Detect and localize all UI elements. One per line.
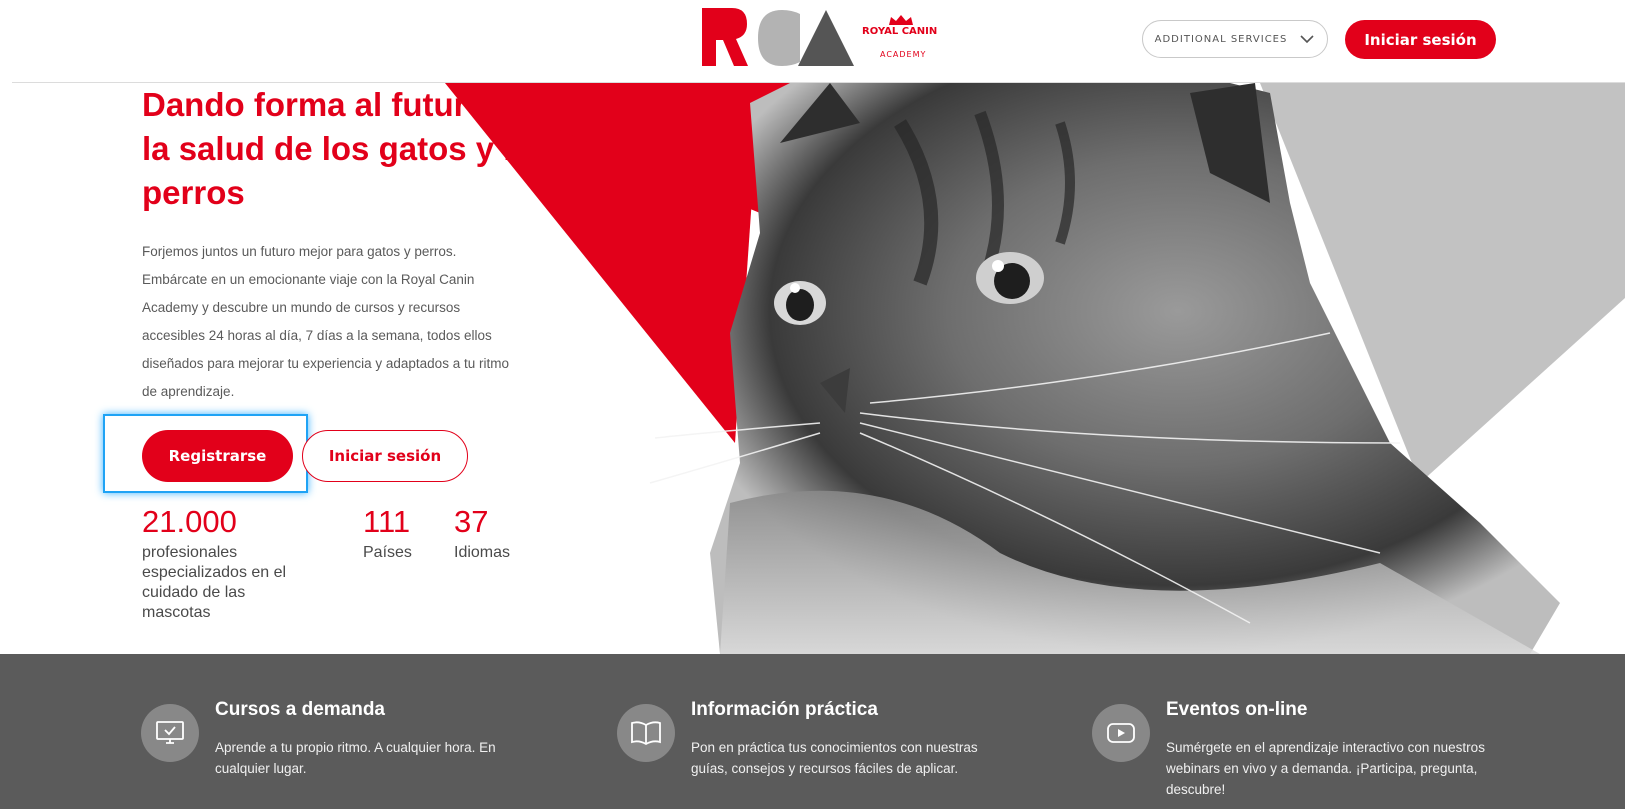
feature-text: Pon en práctica tus conocimientos con nu… (691, 740, 978, 776)
hero-title: Dando forma al futuro de la salud de los… (142, 86, 551, 211)
monitor-check-icon (141, 704, 199, 762)
feature-text: Sumérgete en el aprendizaje interactivo … (1166, 740, 1485, 797)
feature-title: Información práctica (691, 699, 878, 720)
hero-description: Forjemos juntos un futuro mejor para gat… (142, 244, 509, 399)
brand-sub: ACADEMY (880, 50, 927, 59)
hero-section: Dando forma al futuro de la salud de los… (0, 83, 1625, 654)
crown-icon (889, 15, 913, 25)
stat-professionals-label: profesionales especializados en el cuida… (142, 544, 287, 621)
additional-services-dropdown[interactable]: ADDITIONAL SERVICES (1142, 20, 1328, 58)
stat-languages-number: 37 (454, 504, 489, 539)
features-band: Cursos a demanda Aprende a tu propio rit… (0, 654, 1625, 809)
brand-name: ROYAL CANIN (862, 26, 938, 37)
additional-services-label: ADDITIONAL SERVICES (1154, 33, 1288, 45)
header-login-button[interactable]: Iniciar sesión (1345, 20, 1496, 59)
site-header: ROYAL CANIN ACADEMY ADDITIONAL SERVICES … (0, 0, 1625, 83)
stat-languages-label: Idiomas (454, 544, 511, 561)
play-video-icon (1092, 704, 1150, 762)
hero-login-button[interactable]: Iniciar sesión (302, 430, 468, 482)
feature-title: Cursos a demanda (215, 699, 385, 720)
stat-professionals-number: 21.000 (142, 504, 237, 539)
open-book-icon (617, 704, 675, 762)
feature-text: Aprende a tu propio ritmo. A cualquier h… (215, 740, 496, 776)
stat-countries-label: Países (363, 544, 412, 561)
focus-highlight (103, 414, 308, 493)
chevron-down-icon (1300, 35, 1314, 44)
stat-countries-number: 111 (363, 504, 411, 539)
feature-title: Eventos on-line (1166, 699, 1308, 720)
rca-logo[interactable]: ROYAL CANIN ACADEMY (702, 8, 942, 70)
rca-logo-mark (702, 8, 854, 66)
